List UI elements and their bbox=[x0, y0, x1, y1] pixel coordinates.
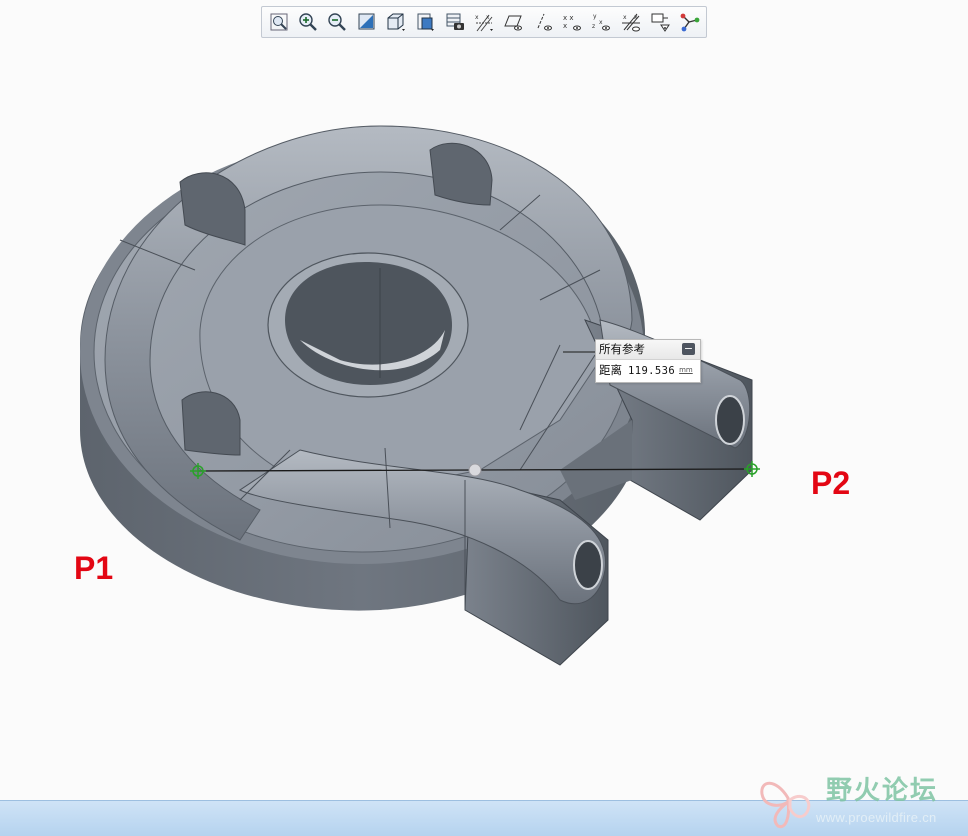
svg-text:z: z bbox=[592, 23, 595, 30]
plane-display-icon bbox=[504, 15, 523, 31]
svg-text:x x: x x bbox=[563, 14, 574, 22]
svg-text:x: x bbox=[599, 19, 603, 26]
saved-orientations-icon bbox=[417, 13, 435, 31]
csys-display-icon: yzx bbox=[592, 13, 611, 31]
csys-display-button[interactable]: yzx bbox=[588, 8, 615, 36]
distance-label: 距离 bbox=[599, 363, 622, 377]
collapse-button[interactable]: − bbox=[682, 343, 695, 355]
watermark: 野火论坛 www.proewildfire.cn bbox=[756, 768, 964, 832]
repaint-button[interactable] bbox=[353, 8, 380, 36]
right-lug-hole bbox=[715, 395, 745, 445]
spin-center-toggle-button[interactable] bbox=[676, 8, 703, 36]
spin-center-icon: xx bbox=[621, 13, 640, 32]
view-toolbar: xx x xx yzx xx bbox=[261, 6, 707, 38]
point-display-icon: x xx bbox=[563, 14, 581, 31]
svg-text:x: x bbox=[563, 22, 567, 30]
axis-display-button[interactable] bbox=[529, 8, 556, 36]
datum-display-filters-button[interactable]: xx bbox=[470, 8, 497, 36]
minus-icon: − bbox=[683, 342, 694, 355]
point-display-button[interactable]: x xx bbox=[558, 8, 585, 36]
svg-text:x: x bbox=[623, 14, 627, 21]
plane-display-button[interactable] bbox=[500, 8, 527, 36]
front-lug-hole bbox=[573, 540, 603, 590]
annotation-display-button[interactable] bbox=[646, 8, 673, 36]
p2-label: P2 bbox=[811, 465, 851, 501]
view-manager-button[interactable] bbox=[441, 8, 468, 36]
refit-button[interactable] bbox=[265, 8, 292, 36]
svg-text:y: y bbox=[593, 13, 597, 20]
zoom-in-icon bbox=[299, 13, 317, 31]
view-manager-icon bbox=[446, 13, 464, 30]
reference-popup[interactable]: 所有参考 − 距离 119.536 mm bbox=[595, 339, 701, 383]
svg-text:x: x bbox=[475, 14, 479, 21]
watermark-title: 野火论坛 bbox=[826, 776, 939, 806]
refit-icon bbox=[270, 13, 288, 31]
popup-title: 所有参考 bbox=[599, 342, 645, 356]
spin-center-toggle-icon bbox=[680, 13, 700, 32]
p1-label: P1 bbox=[74, 550, 114, 586]
spin-center-button[interactable]: xx bbox=[617, 8, 644, 36]
distance-row: 距离 119.536 mm bbox=[596, 360, 700, 381]
display-style-icon bbox=[387, 13, 405, 31]
zoom-out-button[interactable] bbox=[324, 8, 351, 36]
repaint-icon bbox=[358, 13, 375, 30]
zoom-out-icon bbox=[328, 13, 347, 31]
distance-value: 119.536 bbox=[628, 365, 676, 377]
display-style-button[interactable] bbox=[382, 8, 409, 36]
saved-orientations-button[interactable] bbox=[412, 8, 439, 36]
datum-display-filters-icon: xx bbox=[475, 14, 493, 32]
watermark-url: www.proewildfire.cn bbox=[816, 810, 937, 825]
annotation-display-icon bbox=[651, 13, 670, 32]
butterfly-logo-icon bbox=[760, 781, 811, 829]
axis-display-icon bbox=[537, 13, 552, 31]
zoom-in-button[interactable] bbox=[294, 8, 321, 36]
distance-unit: mm bbox=[679, 366, 693, 374]
3d-viewport[interactable] bbox=[0, 0, 968, 800]
popup-header: 所有参考 − bbox=[596, 340, 700, 360]
model-render bbox=[80, 125, 760, 666]
measure-midpoint bbox=[468, 463, 482, 477]
